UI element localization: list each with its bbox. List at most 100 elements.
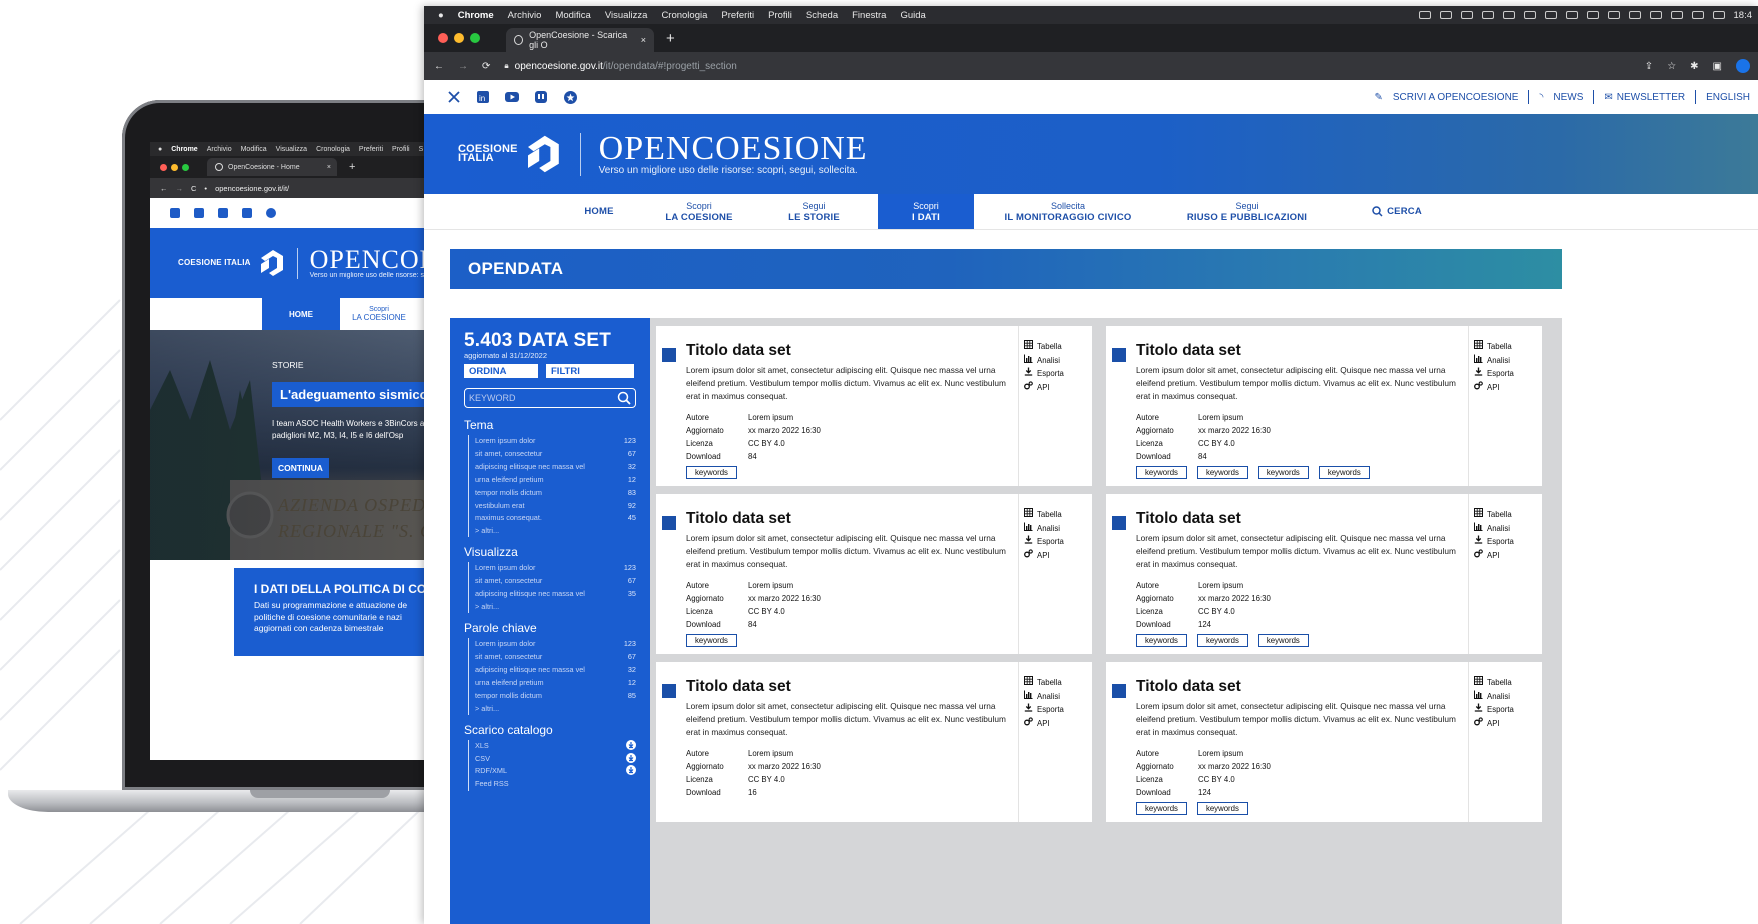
analisi-button[interactable]: Analisi: [1474, 354, 1514, 368]
brand-title[interactable]: OPENCOESIONE: [599, 131, 868, 165]
esporta-button[interactable]: Esporta: [1024, 367, 1064, 381]
menu-guida[interactable]: Guida: [900, 10, 925, 21]
mastodon-icon[interactable]: [242, 208, 252, 218]
bluetooth-icon[interactable]: [1607, 11, 1620, 19]
esporta-button[interactable]: Esporta: [1024, 703, 1064, 717]
dataset-card[interactable]: Titolo data set Lorem ipsum dolor sit ame…: [656, 662, 1092, 822]
nav-segui-storie[interactable]: Segui LE STORIE: [774, 194, 854, 229]
youtube-icon[interactable]: [504, 89, 520, 105]
api-button[interactable]: API: [1024, 717, 1064, 731]
nav-cerca[interactable]: CERCA: [1362, 194, 1432, 229]
keyword-tag[interactable]: keywords: [1136, 466, 1187, 479]
nav-scopri-coesione[interactable]: Scopri LA COESIONE: [654, 194, 744, 229]
close-window-icon[interactable]: [438, 33, 448, 43]
tabella-button[interactable]: Tabella: [1024, 676, 1064, 690]
analisi-button[interactable]: Analisi: [1024, 522, 1064, 536]
keyword-tag[interactable]: keywords: [1257, 466, 1309, 479]
close-window-icon[interactable]: [160, 163, 167, 171]
analisi-button[interactable]: Analisi: [1024, 354, 1064, 368]
laptop-tab[interactable]: OpenCoesione - Home ×: [207, 158, 337, 176]
nav-home[interactable]: HOME: [566, 194, 632, 229]
status-icon[interactable]: [1523, 11, 1536, 19]
status-icon[interactable]: [1460, 11, 1473, 19]
tabella-button[interactable]: Tabella: [1474, 340, 1514, 354]
keyword-tag[interactable]: keywords: [686, 634, 737, 647]
filter-item[interactable]: sit amet, consectetur 67: [475, 448, 636, 461]
dataset-card[interactable]: Titolo data set Lorem ipsum dolor sit ame…: [656, 494, 1092, 654]
x-icon[interactable]: [446, 89, 462, 105]
filter-item[interactable]: adipiscing elitisque nec massa vel 35: [475, 588, 636, 601]
dataset-title[interactable]: Titolo data set: [1136, 342, 1241, 360]
show-more-link[interactable]: > altri...: [475, 601, 636, 613]
filter-item[interactable]: urna eleifend pretium 12: [475, 474, 636, 487]
api-button[interactable]: API: [1024, 549, 1064, 563]
minimize-window-icon[interactable]: [454, 33, 464, 43]
esporta-button[interactable]: Esporta: [1024, 535, 1064, 549]
wifi-icon[interactable]: [1649, 11, 1662, 19]
menu-profili[interactable]: Profili: [768, 10, 792, 21]
maximize-window-icon[interactable]: [470, 33, 480, 43]
scrivi-link[interactable]: SCRIVI A OPENCOESIONE: [1393, 92, 1519, 103]
filter-item[interactable]: adipiscing elitisque nec massa vel 32: [475, 461, 636, 474]
menu-item[interactable]: Visualizza: [276, 146, 307, 153]
minimize-window-icon[interactable]: [171, 163, 178, 171]
filter-item[interactable]: tempor mollis dictum 83: [475, 487, 636, 500]
show-more-link[interactable]: > altri...: [475, 703, 636, 715]
menu-item[interactable]: Archivio: [207, 146, 232, 153]
url-field[interactable]: opencoesione.gov.it/it/: [215, 184, 289, 193]
new-tab-icon[interactable]: +: [666, 30, 675, 47]
back-icon[interactable]: ←: [434, 61, 444, 72]
clock[interactable]: 18:4: [1734, 10, 1753, 21]
nav-segui-riuso[interactable]: Segui RIUSO E PUBBLICAZIONI: [1172, 194, 1322, 229]
coesione-italia-logo[interactable]: COESIONE ITALIA: [458, 144, 518, 164]
esporta-button[interactable]: Esporta: [1474, 367, 1514, 381]
tabella-button[interactable]: Tabella: [1474, 508, 1514, 522]
coesione-italia-logo[interactable]: COESIONE ITALIA: [178, 259, 251, 267]
api-button[interactable]: API: [1474, 381, 1514, 395]
dataset-card[interactable]: Titolo data set Lorem ipsum dolor sit ame…: [656, 326, 1092, 486]
menu-item[interactable]: Modifica: [241, 146, 267, 153]
analisi-button[interactable]: Analisi: [1024, 690, 1064, 704]
keyword-tag[interactable]: keywords: [1136, 802, 1187, 815]
battery-icon[interactable]: [1628, 11, 1641, 19]
filter-item[interactable]: tempor mollis dictum 85: [475, 690, 636, 703]
nav-sollecita-monitoraggio[interactable]: Sollecita IL MONITORAGGIO CIVICO: [998, 194, 1138, 229]
dataset-card[interactable]: Titolo data set Lorem ipsum dolor sit ame…: [1106, 494, 1542, 654]
api-button[interactable]: API: [1474, 549, 1514, 563]
menu-visualizza[interactable]: Visualizza: [605, 10, 648, 21]
forward-icon[interactable]: →: [176, 184, 184, 193]
nav-coesione[interactable]: Scopri LA COESIONE: [340, 298, 418, 330]
catalog-download-link[interactable]: XLS: [475, 739, 636, 753]
status-icon[interactable]: [1544, 11, 1557, 19]
english-link[interactable]: ENGLISH: [1706, 92, 1750, 103]
user-icon[interactable]: [1670, 11, 1683, 19]
keyword-tag[interactable]: keywords: [1136, 634, 1187, 647]
reload-icon[interactable]: ⟳: [482, 61, 490, 72]
forward-icon[interactable]: →: [458, 61, 468, 72]
download-icon[interactable]: [626, 752, 636, 766]
filter-item[interactable]: Lorem ipsum dolor 123: [475, 638, 636, 651]
bookmark-star-icon[interactable]: ☆: [1667, 61, 1676, 72]
dataset-card[interactable]: Titolo data set Lorem ipsum dolor sit ame…: [1106, 662, 1542, 822]
catalog-download-link[interactable]: CSV: [475, 752, 636, 766]
nav-scopri-dati[interactable]: Scopri I DATI: [878, 194, 974, 229]
menu-item[interactable]: Profili: [392, 146, 410, 153]
new-tab-icon[interactable]: +: [349, 161, 355, 173]
dataset-title[interactable]: Titolo data set: [686, 678, 791, 696]
continue-button[interactable]: CONTINUA: [272, 458, 329, 478]
filter-button[interactable]: FILTRI: [546, 364, 634, 378]
keyword-tag[interactable]: keywords: [1257, 634, 1309, 647]
dropbox-icon[interactable]: [1439, 11, 1452, 19]
url-field[interactable]: 🔒︎ opencoesione.gov.it/it/opendata/#!pro…: [504, 61, 1630, 72]
keyword-tag[interactable]: keywords: [686, 466, 737, 479]
keyword-search-input[interactable]: KEYWORD: [464, 388, 636, 408]
profile-avatar[interactable]: [1736, 59, 1750, 73]
keyword-tag[interactable]: keywords: [1318, 466, 1370, 479]
api-button[interactable]: API: [1474, 717, 1514, 731]
tabella-button[interactable]: Tabella: [1024, 340, 1064, 354]
linkedin-icon[interactable]: in: [475, 89, 491, 105]
status-icon[interactable]: [1502, 11, 1515, 19]
close-tab-icon[interactable]: ×: [327, 164, 331, 171]
filter-item[interactable]: sit amet, consectetur 67: [475, 575, 636, 588]
volume-icon[interactable]: [1586, 11, 1599, 19]
